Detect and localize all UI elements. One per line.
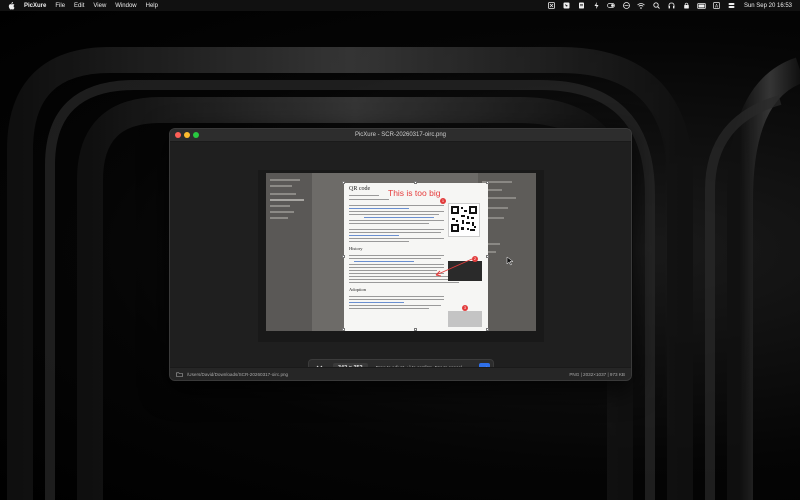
- crop-handle-top[interactable]: [414, 181, 417, 184]
- bolt-icon[interactable]: [592, 2, 601, 9]
- file-meta: PNG | 2032×1037 | 973 KB: [569, 371, 625, 377]
- menu-view[interactable]: View: [93, 3, 106, 9]
- title-bar[interactable]: PicXure - SCR-20260317-oirc.png: [170, 129, 631, 142]
- mouse-pointer-icon: [506, 256, 514, 266]
- minimize-window-button[interactable]: [184, 132, 190, 138]
- screenshot-preview: QR code History Adoption 1 2 3 This is t…: [258, 170, 544, 342]
- annotation-text[interactable]: This is too big: [388, 188, 440, 198]
- maximize-window-button[interactable]: [193, 132, 199, 138]
- search-icon[interactable]: [652, 2, 661, 9]
- stack-icon[interactable]: [622, 2, 631, 9]
- folder-icon: [176, 372, 183, 377]
- battery-icon[interactable]: [697, 2, 706, 9]
- toggle-icon[interactable]: [607, 2, 616, 9]
- crop-handle-bottom-left[interactable]: [342, 328, 345, 331]
- control-center-icon[interactable]: [727, 2, 736, 9]
- headphones-icon[interactable]: [667, 2, 676, 9]
- crop-handle-left[interactable]: [342, 255, 345, 258]
- lock-icon[interactable]: [682, 2, 691, 9]
- menu-app-name[interactable]: PicXure: [24, 3, 46, 9]
- x-app-icon[interactable]: [547, 2, 556, 9]
- crop-handle-right[interactable]: [486, 255, 489, 258]
- app-window: PicXure - SCR-20260317-oirc.png QR code …: [169, 128, 632, 381]
- close-window-button[interactable]: [175, 132, 181, 138]
- wifi-icon[interactable]: [637, 2, 646, 9]
- image-canvas[interactable]: QR code History Adoption 1 2 3 This is t…: [170, 142, 631, 377]
- window-title: PicXure - SCR-20260317-oirc.png: [354, 132, 447, 138]
- crop-handle-bottom[interactable]: [414, 328, 417, 331]
- crop-handle-top-left[interactable]: [342, 181, 345, 184]
- menubar-clock[interactable]: Sun Sep 20 16:53: [744, 3, 792, 9]
- window-controls: [175, 132, 202, 138]
- crop-selection[interactable]: QR code History Adoption 1 2 3: [344, 183, 488, 331]
- file-path[interactable]: /Users/David/Downloads/SCR-20260317-oirc…: [187, 372, 288, 377]
- apple-menu-icon[interactable]: [8, 1, 15, 10]
- menu-bar: PicXure File Edit View Window Help A Sun…: [0, 0, 800, 11]
- cursor-app-icon[interactable]: [562, 2, 571, 9]
- crop-handle-bottom-right[interactable]: [486, 328, 489, 331]
- keyboard-input-icon[interactable]: A: [712, 2, 721, 9]
- status-bar: /Users/David/Downloads/SCR-20260317-oirc…: [170, 367, 631, 380]
- menu-help[interactable]: Help: [146, 3, 158, 9]
- note-icon[interactable]: [577, 2, 586, 9]
- crop-handle-top-right[interactable]: [486, 181, 489, 184]
- menu-file[interactable]: File: [55, 3, 65, 9]
- menu-window[interactable]: Window: [115, 3, 136, 9]
- svg-text:A: A: [715, 3, 719, 9]
- annotation-arrow[interactable]: [344, 183, 488, 331]
- menu-edit[interactable]: Edit: [74, 3, 84, 9]
- preview-sidebar: [266, 173, 312, 331]
